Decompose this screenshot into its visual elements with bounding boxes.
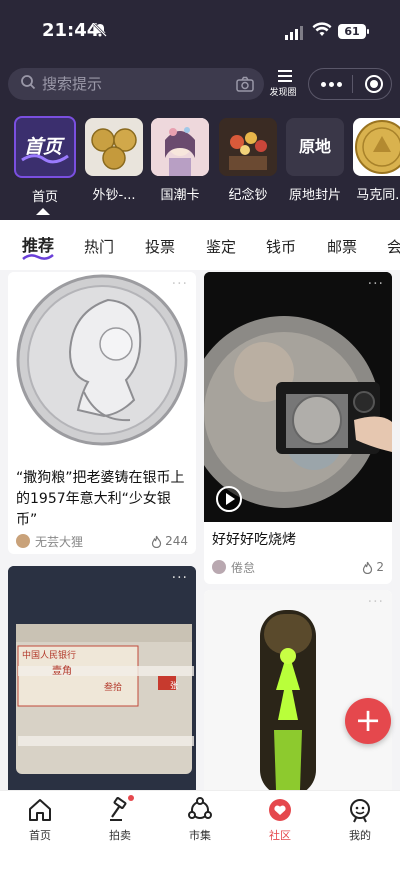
search-input[interactable] bbox=[42, 75, 222, 93]
search-icon bbox=[20, 74, 36, 94]
post-card[interactable]: ··· 好好好吃烧烤 倦怠 2 bbox=[204, 272, 392, 584]
status-time: 21:44 bbox=[42, 20, 100, 41]
post-title: “撒狗粮”把老婆铸在银币上的1957年意大利“少女银币” bbox=[16, 470, 185, 528]
tab-more[interactable]: 会 bbox=[387, 236, 400, 257]
anime-card-thumbnail bbox=[151, 118, 209, 176]
swoosh-decoration-icon bbox=[21, 154, 69, 164]
bank-label-text: 中国人民银行 bbox=[22, 651, 77, 661]
tab-appraise[interactable]: 鉴定 bbox=[206, 236, 236, 257]
heart-icon bbox=[250, 795, 310, 823]
post-feed: ··· “撒狗粮”把老婆铸在银币上的1957年意大利“少女银币” 无芸大狸 24… bbox=[0, 270, 400, 790]
unit-text: 张 bbox=[170, 681, 178, 690]
search-bar[interactable] bbox=[8, 68, 264, 100]
tab-hot[interactable]: 热门 bbox=[84, 236, 114, 257]
status-bar: 21:44 61 bbox=[0, 0, 400, 62]
post-more-icon[interactable]: ··· bbox=[368, 594, 384, 610]
camera-icon[interactable] bbox=[236, 76, 254, 96]
plus-icon: + bbox=[354, 701, 382, 739]
tab-vote[interactable]: 投票 bbox=[145, 236, 175, 257]
feed-tabs: 推荐 热门 投票 鉴定 钱币 邮票 会 bbox=[0, 222, 400, 270]
post-title: 好好好吃烧烤 bbox=[212, 532, 296, 548]
nav-market[interactable]: 市集 bbox=[170, 795, 230, 843]
notification-dot bbox=[128, 795, 134, 801]
category-home[interactable]: 首页 首页 bbox=[14, 116, 76, 205]
tab-active-indicator bbox=[22, 254, 54, 260]
category-foreign-notes[interactable]: 外钞-... bbox=[83, 116, 145, 203]
nav-label: 我的 bbox=[349, 829, 371, 842]
avatar bbox=[16, 534, 30, 548]
battery-cap bbox=[367, 29, 369, 34]
post-card[interactable]: ··· “撒狗粮”把老婆铸在银币上的1957年意大利“少女银币” 无芸大狸 24… bbox=[8, 272, 196, 554]
silent-bell-icon bbox=[92, 22, 108, 42]
post-more-icon[interactable]: ··· bbox=[368, 276, 384, 292]
heat-count: 2 bbox=[362, 560, 384, 574]
post-more-icon[interactable]: ··· bbox=[172, 276, 188, 292]
wifi-icon bbox=[312, 22, 332, 42]
post-author: 倦怠 bbox=[231, 560, 256, 575]
category-first-day-covers[interactable]: 原地 原地封片 bbox=[284, 116, 346, 203]
nav-profile[interactable]: 我的 bbox=[330, 795, 390, 843]
gavel-icon bbox=[90, 795, 150, 823]
category-label: 马克同... bbox=[356, 188, 400, 203]
nav-community[interactable]: 社区 bbox=[250, 795, 310, 843]
denomination-text: 壹角 bbox=[52, 666, 72, 677]
banknote-bundle-image: 中国人民银行 壹角 叁拾 张 bbox=[8, 566, 196, 790]
category-label: 国潮卡 bbox=[160, 188, 200, 203]
category-label: 外钞-... bbox=[92, 188, 136, 203]
avatar bbox=[212, 560, 226, 574]
discover-circle-button[interactable]: 发现圈 bbox=[268, 68, 302, 102]
nav-label: 拍卖 bbox=[109, 829, 131, 842]
category-commemorative-notes[interactable]: 纪念钞 bbox=[217, 116, 279, 203]
bottom-navigation: 首页 拍卖 市集 社区 我的 bbox=[0, 790, 400, 870]
create-post-button[interactable]: + bbox=[345, 698, 391, 744]
mark-coin-thumbnail bbox=[353, 118, 400, 176]
nav-home[interactable]: 首页 bbox=[10, 795, 70, 843]
tab-coins[interactable]: 钱币 bbox=[266, 236, 296, 257]
heat-count: 244 bbox=[151, 534, 188, 548]
post-card[interactable]: ··· bbox=[204, 590, 392, 790]
flame-icon bbox=[363, 561, 373, 574]
cellular-signal-icon bbox=[285, 26, 303, 40]
battery-icon: 61 bbox=[338, 24, 366, 39]
market-icon bbox=[170, 795, 230, 823]
capsule-divider bbox=[352, 75, 353, 93]
count-text: 叁拾 bbox=[104, 683, 123, 693]
gold-coins-thumbnail bbox=[85, 118, 143, 176]
top-header: 21:44 61 发现圈 首页 bbox=[0, 0, 400, 220]
menu-lines-icon bbox=[278, 70, 292, 82]
post-card[interactable]: 中国人民银行 壹角 叁拾 张 ··· bbox=[8, 566, 196, 790]
profile-icon bbox=[330, 795, 390, 823]
post-meta: 无芸大狸 244 bbox=[16, 532, 188, 550]
category-mark-coins[interactable]: 马克同... bbox=[351, 116, 400, 203]
discover-label: 发现圈 bbox=[269, 88, 297, 98]
category-label: 原地封片 bbox=[288, 188, 341, 203]
silver-coin-image bbox=[8, 272, 196, 452]
yuandi-badge: 原地 bbox=[286, 118, 344, 176]
more-dots-icon[interactable] bbox=[321, 81, 342, 87]
category-guochao-card[interactable]: 国潮卡 bbox=[149, 116, 211, 203]
dzi-bead-image bbox=[204, 590, 392, 790]
close-target-icon[interactable] bbox=[365, 75, 383, 93]
category-label: 纪念钞 bbox=[228, 188, 268, 203]
camera-video-image bbox=[204, 272, 392, 522]
category-strip: 首页 首页 外钞-... 国潮卡 纪念钞 原地 原地封片 马克同. bbox=[0, 116, 400, 212]
active-category-caret bbox=[36, 208, 50, 215]
miniprogram-capsule bbox=[308, 68, 392, 100]
flame-icon bbox=[151, 535, 162, 548]
flowers-thumbnail bbox=[219, 118, 277, 176]
heat-value: 244 bbox=[165, 534, 188, 548]
heat-value: 2 bbox=[376, 560, 384, 574]
nav-label: 市集 bbox=[189, 829, 211, 842]
nav-label: 首页 bbox=[29, 829, 51, 842]
home-badge: 首页 bbox=[14, 116, 76, 178]
nav-auction[interactable]: 拍卖 bbox=[90, 795, 150, 843]
post-author: 无芸大狸 bbox=[35, 534, 84, 549]
tab-stamps[interactable]: 邮票 bbox=[327, 236, 357, 257]
video-play-icon[interactable] bbox=[216, 486, 242, 512]
home-icon bbox=[10, 795, 70, 823]
category-label: 首页 bbox=[31, 190, 58, 205]
post-meta: 倦怠 2 bbox=[212, 558, 384, 576]
nav-label: 社区 bbox=[269, 829, 291, 842]
post-more-icon[interactable]: ··· bbox=[172, 570, 188, 586]
